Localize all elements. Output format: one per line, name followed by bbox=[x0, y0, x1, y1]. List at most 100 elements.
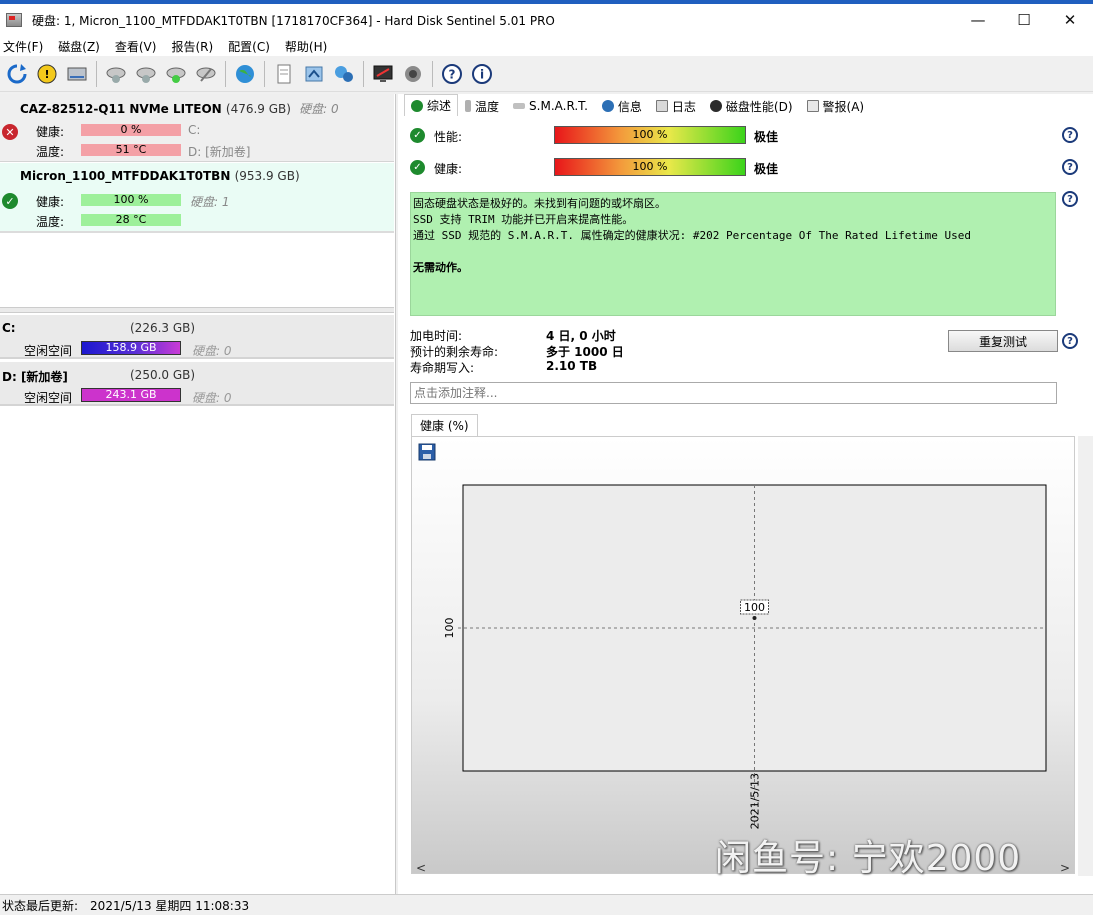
globe-icon[interactable] bbox=[233, 62, 257, 86]
detail-pane: 综述 温度 S.M.A.R.T. 信息 日志 磁盘性能(D) 警报(A) ✓ 性… bbox=[398, 94, 1093, 894]
tab-info[interactable]: 信息 bbox=[595, 96, 649, 116]
performance-bar: 100 % bbox=[554, 126, 746, 144]
menu-disk[interactable]: 磁盘(Z) bbox=[55, 38, 103, 55]
volume-size: (250.0 GB) bbox=[130, 368, 196, 382]
menu-bar: 文件(F) 磁盘(Z) 查看(V) 报告(R) 配置(C) 帮助(H) bbox=[0, 36, 1093, 56]
svg-text:!: ! bbox=[44, 68, 49, 81]
menu-file[interactable]: 文件(F) bbox=[0, 38, 46, 55]
report-icon[interactable] bbox=[272, 62, 296, 86]
health-bar: 100 % bbox=[554, 158, 746, 176]
tab-health-chart[interactable]: 健康 (%) bbox=[411, 414, 478, 436]
pane-splitter[interactable] bbox=[0, 307, 394, 313]
title-bar: 硬盘: 1, Micron_1100_MTFDDAK1T0TBN [171817… bbox=[0, 0, 1093, 36]
disk-entry[interactable]: Micron_1100_MTFDDAK1T0TBN (953.9 GB) ✓ 健… bbox=[0, 163, 394, 233]
disk-title: Micron_1100_MTFDDAK1T0TBN (953.9 GB) bbox=[20, 169, 300, 183]
temperature-label: 温度: bbox=[36, 145, 65, 159]
help-icon[interactable]: ? bbox=[1062, 127, 1078, 143]
vertical-scrollbar[interactable] bbox=[1078, 436, 1093, 876]
help-icon[interactable]: ? bbox=[1062, 159, 1078, 175]
disk-icon[interactable] bbox=[65, 62, 89, 86]
alert-icon[interactable]: ! bbox=[35, 62, 59, 86]
refresh-icon[interactable] bbox=[5, 62, 29, 86]
menu-help[interactable]: 帮助(H) bbox=[282, 38, 330, 55]
performance-rating: 极佳 bbox=[754, 130, 779, 144]
toolbar: ! ? i bbox=[0, 56, 1093, 92]
help-icon[interactable]: ? bbox=[440, 62, 464, 86]
scroll-left-icon[interactable]: < bbox=[416, 861, 426, 875]
performance-label: 性能: bbox=[434, 130, 463, 144]
help-icon[interactable]: ? bbox=[1062, 333, 1078, 349]
message-line: 固态硬盘状态是极好的。未找到有问题的或坏扇区。 bbox=[413, 197, 666, 210]
check-icon: ✓ bbox=[2, 193, 18, 209]
thermometer-icon bbox=[465, 100, 472, 112]
remaining-life-value: 多于 1000 日 bbox=[546, 345, 624, 359]
watermark: 闲鱼号: 宁欢2000 bbox=[715, 838, 1022, 879]
check-icon: ✓ bbox=[410, 160, 425, 175]
network-icon[interactable] bbox=[332, 62, 356, 86]
tab-label: 温度 bbox=[475, 99, 500, 114]
tab-overview[interactable]: 综述 bbox=[404, 94, 459, 116]
minimize-button[interactable]: — bbox=[955, 4, 1001, 36]
toolbar-separator bbox=[225, 60, 226, 87]
power-on-value: 4 日, 0 小时 bbox=[546, 329, 616, 343]
help-icon[interactable]: ? bbox=[1062, 191, 1078, 207]
retest-button[interactable]: 重复测试 bbox=[948, 330, 1058, 352]
written-value: 2.10 TB bbox=[546, 359, 598, 373]
tab-label: S.M.A.R.T. bbox=[529, 99, 588, 113]
close-button[interactable]: ✕ bbox=[1047, 4, 1093, 36]
maximize-button[interactable]: ☐ bbox=[1001, 4, 1047, 36]
disk-list-pane: CAZ-82512-Q11 NVMe LITEON (476.9 GB) 硬盘:… bbox=[0, 94, 396, 894]
tab-log[interactable]: 日志 bbox=[649, 96, 703, 116]
info-icon[interactable]: i bbox=[470, 62, 494, 86]
health-bar: 0 % bbox=[81, 124, 181, 136]
remaining-life-label: 预计的剩余寿命: bbox=[410, 345, 499, 359]
check-icon bbox=[411, 99, 423, 112]
window-controls: — ☐ ✕ bbox=[955, 4, 1093, 36]
tab-label: 信息 bbox=[617, 99, 642, 114]
send-report-icon[interactable] bbox=[302, 62, 326, 86]
note-input[interactable] bbox=[410, 382, 1057, 404]
disk-test-3-icon[interactable] bbox=[164, 62, 188, 86]
disk-name: Micron_1100_MTFDDAK1T0TBN bbox=[20, 169, 231, 183]
volume-disk-index: 硬盘: 0 bbox=[192, 344, 232, 358]
tab-temperature[interactable]: 温度 bbox=[458, 96, 506, 116]
scroll-right-icon[interactable]: > bbox=[1060, 861, 1070, 875]
speaker-icon[interactable] bbox=[401, 62, 425, 86]
health-rating: 极佳 bbox=[754, 162, 779, 176]
app-icon bbox=[6, 13, 22, 27]
menu-config[interactable]: 配置(C) bbox=[225, 38, 273, 55]
health-label: 健康: bbox=[434, 162, 463, 176]
disk-test-1-icon[interactable] bbox=[104, 62, 128, 86]
disk-entry[interactable]: CAZ-82512-Q11 NVMe LITEON (476.9 GB) 硬盘:… bbox=[0, 94, 394, 162]
volume-disk-index: 硬盘: 0 bbox=[192, 391, 232, 405]
toolbar-separator bbox=[432, 60, 433, 87]
tab-label: 日志 bbox=[671, 99, 696, 114]
toolbar-separator bbox=[264, 60, 265, 87]
disk-test-2-icon[interactable] bbox=[134, 62, 158, 86]
volume-entry[interactable]: C: (226.3 GB) 空闲空间 158.9 GB 硬盘: 0 bbox=[0, 315, 394, 359]
error-icon: ✕ bbox=[2, 124, 18, 140]
partition-label: D: [新加卷] bbox=[188, 145, 251, 159]
written-label: 寿命期写入: bbox=[410, 361, 475, 375]
y-tick-label: 100 bbox=[443, 618, 456, 639]
disk-name: CAZ-82512-Q11 NVMe LITEON bbox=[20, 102, 222, 116]
tab-alerts[interactable]: 警报(A) bbox=[800, 96, 872, 116]
disk-title: CAZ-82512-Q11 NVMe LITEON (476.9 GB) 硬盘:… bbox=[20, 100, 339, 117]
status-message: 固态硬盘状态是极好的。未找到有问题的或坏扇区。 SSD 支持 TRIM 功能并已… bbox=[410, 192, 1056, 316]
power-on-label: 加电时间: bbox=[410, 329, 463, 343]
tab-smart[interactable]: S.M.A.R.T. bbox=[506, 96, 595, 116]
disk-size: (476.9 GB) bbox=[225, 102, 291, 116]
free-space-label: 空闲空间 bbox=[24, 391, 73, 405]
data-point bbox=[752, 616, 757, 620]
menu-report[interactable]: 报告(R) bbox=[168, 38, 216, 55]
check-icon: ✓ bbox=[410, 128, 425, 143]
menu-view[interactable]: 查看(V) bbox=[112, 38, 160, 55]
log-icon bbox=[655, 100, 668, 112]
volume-size: (226.3 GB) bbox=[130, 321, 196, 335]
volume-entry[interactable]: D: [新加卷] (250.0 GB) 空闲空间 243.1 GB 硬盘: 0 bbox=[0, 362, 394, 406]
window-title: 硬盘: 1, Micron_1100_MTFDDAK1T0TBN [171817… bbox=[32, 13, 555, 28]
disk-test-4-icon[interactable] bbox=[194, 62, 218, 86]
health-chart: 100 2021/5/13 100 < > 闲鱼号: 宁欢2000 bbox=[411, 436, 1075, 879]
tab-disk-performance[interactable]: 磁盘性能(D) bbox=[703, 96, 800, 116]
monitor-icon[interactable] bbox=[371, 62, 395, 86]
